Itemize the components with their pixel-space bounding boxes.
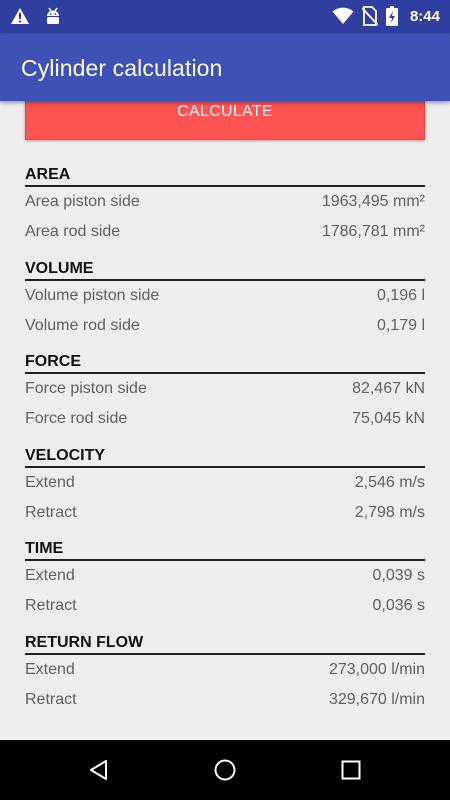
result-row: Area rod side 1786,781 mm² <box>25 217 425 247</box>
recents-icon[interactable] <box>339 758 363 782</box>
status-bar-notifications <box>10 6 62 26</box>
result-value: 0,196 l <box>376 287 425 304</box>
result-label: Retract <box>25 597 77 614</box>
navigation-bar <box>0 740 450 800</box>
result-row: Volume piston side 0,196 l <box>25 281 425 311</box>
result-row: Retract 0,036 s <box>25 591 425 621</box>
result-label: Extend <box>25 474 75 491</box>
section-title: VELOCITY <box>25 444 425 468</box>
warning-icon <box>11 8 29 24</box>
result-value: 2,798 m/s <box>354 504 425 521</box>
section-title: RETURN FLOW <box>25 631 425 655</box>
section-force: FORCE Force piston side 82,467 kN Force … <box>25 350 425 434</box>
app-bar: Cylinder calculation <box>0 33 450 101</box>
result-value: 0,039 s <box>372 567 425 584</box>
result-value: 329,670 l/min <box>328 691 425 708</box>
section-time: TIME Extend 0,039 s Retract 0,036 s <box>25 537 425 621</box>
result-label: Extend <box>25 567 75 584</box>
result-label: Area piston side <box>25 193 140 210</box>
results-content[interactable]: CALCULATE AREA Area piston side 1963,495… <box>0 101 450 740</box>
result-label: Area rod side <box>25 223 121 240</box>
battery-charging-icon <box>385 6 398 26</box>
result-value: 1786,781 mm² <box>321 223 425 240</box>
result-value: 75,045 kN <box>352 410 425 427</box>
android-icon <box>47 7 59 24</box>
result-value: 0,036 s <box>372 597 425 614</box>
result-row: Retract 2,798 m/s <box>25 498 425 528</box>
section-return-flow: RETURN FLOW Extend 273,000 l/min Retract… <box>25 631 425 715</box>
result-label: Force rod side <box>25 410 128 427</box>
wifi-icon <box>332 7 354 24</box>
section-area: AREA Area piston side 1963,495 mm² Area … <box>25 163 425 247</box>
section-title: AREA <box>25 163 425 187</box>
section-title: TIME <box>25 537 425 561</box>
result-row: Extend 273,000 l/min <box>25 655 425 685</box>
result-row: Force piston side 82,467 kN <box>25 374 425 404</box>
result-label: Force piston side <box>25 380 147 397</box>
back-icon[interactable] <box>87 758 111 782</box>
result-row: Retract 329,670 l/min <box>25 685 425 715</box>
section-velocity: VELOCITY Extend 2,546 m/s Retract 2,798 … <box>25 444 425 528</box>
result-row: Volume rod side 0,179 l <box>25 311 425 341</box>
section-volume: VOLUME Volume piston side 0,196 l Volume… <box>25 257 425 341</box>
page-title: Cylinder calculation <box>21 55 223 81</box>
result-value: 1963,495 mm² <box>321 193 425 210</box>
status-bar: 8:44 <box>0 0 450 33</box>
result-row: Force rod side 75,045 kN <box>25 404 425 434</box>
no-sim-icon <box>361 6 378 26</box>
result-row: Area piston side 1963,495 mm² <box>25 187 425 217</box>
section-title: VOLUME <box>25 257 425 281</box>
result-label: Retract <box>25 691 77 708</box>
result-label: Retract <box>25 504 77 521</box>
result-value: 82,467 kN <box>352 380 425 397</box>
home-icon[interactable] <box>213 758 237 782</box>
result-value: 273,000 l/min <box>328 661 425 678</box>
calculate-button[interactable]: CALCULATE <box>25 101 425 140</box>
status-time: 8:44 <box>409 7 440 25</box>
result-row: Extend 2,546 m/s <box>25 468 425 498</box>
result-value: 0,179 l <box>376 317 425 334</box>
result-value: 2,546 m/s <box>354 474 425 491</box>
result-label: Volume rod side <box>25 317 140 334</box>
result-label: Volume piston side <box>25 287 160 304</box>
section-title: FORCE <box>25 350 425 374</box>
status-bar-system: 8:44 <box>332 6 440 26</box>
result-label: Extend <box>25 661 75 678</box>
result-row: Extend 0,039 s <box>25 561 425 591</box>
